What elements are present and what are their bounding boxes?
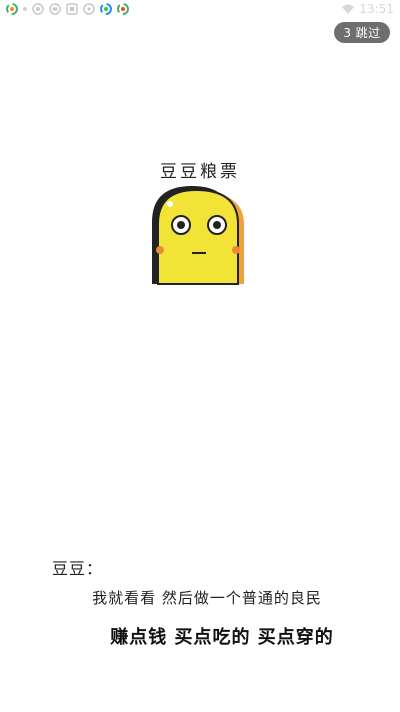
- speaker-label: 豆豆：: [52, 559, 104, 578]
- system-icons: 13:51: [341, 1, 394, 17]
- skip-button[interactable]: 3 跳过: [334, 22, 390, 43]
- skip-countdown: 3: [343, 25, 352, 40]
- skip-label: 跳过: [355, 26, 381, 40]
- status-time: 13:51: [359, 2, 394, 16]
- sync-icon: [6, 3, 18, 15]
- logo-title: 豆豆粮票: [160, 162, 240, 182]
- quote-line-1: 我就看看 然后做一个普通的良民: [92, 589, 322, 607]
- dot-icon: [23, 7, 27, 11]
- wifi-icon: [342, 4, 355, 14]
- mascot-illustration: [152, 186, 244, 285]
- sync-icon: [100, 3, 112, 15]
- splash-screen: 13:51 3 跳过 豆豆粮票 豆豆： 我就看看 然后做一个普通的良民 赚点钱 …: [0, 0, 400, 712]
- status-bar: 13:51: [0, 0, 400, 18]
- box-icon: [66, 3, 78, 15]
- chat-icon: [49, 3, 61, 15]
- message-icon: [83, 3, 95, 15]
- camera-icon: [32, 3, 44, 15]
- quote-line-2: 赚点钱 买点吃的 买点穿的: [110, 627, 334, 648]
- notification-icons: [6, 2, 129, 16]
- sync-icon: [117, 3, 129, 15]
